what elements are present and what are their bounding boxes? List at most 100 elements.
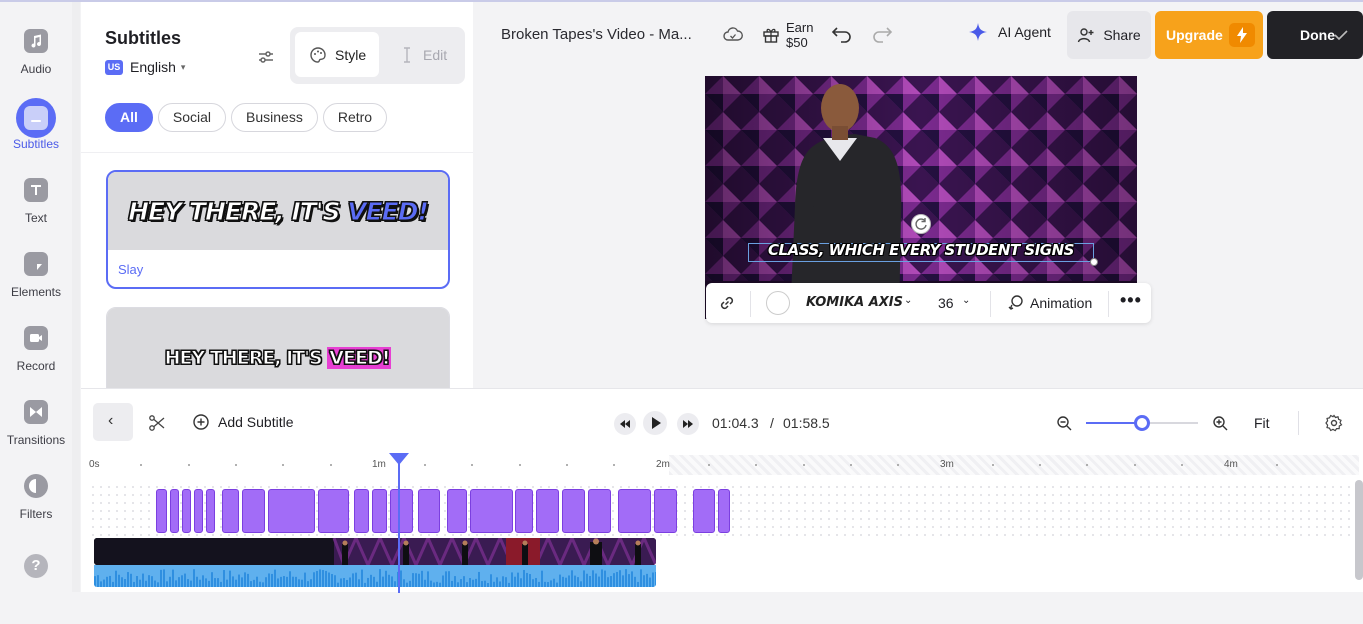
upgrade-button[interactable]: Upgrade [1155, 11, 1263, 59]
earn-reward-button[interactable]: Earn $50 [762, 20, 813, 50]
empty-timeline-region [669, 455, 1359, 475]
subtitle-clip[interactable] [390, 489, 413, 533]
rotate-handle[interactable] [911, 214, 931, 234]
zoom-slider-knob[interactable] [1134, 415, 1150, 431]
fast-forward-button[interactable] [677, 413, 699, 435]
subtitle-clip[interactable] [242, 489, 265, 533]
collapse-timeline-button[interactable]: ‹ [93, 403, 133, 441]
subtitle-clip[interactable] [447, 489, 467, 533]
playhead[interactable] [398, 453, 400, 593]
rail-item-text[interactable]: Text [0, 178, 72, 248]
help-button[interactable]: ? [0, 554, 72, 624]
zoom-in-button[interactable] [1212, 415, 1228, 436]
subtitle-clip[interactable] [156, 489, 167, 533]
resize-handle[interactable] [1090, 258, 1098, 266]
ruler-tick [1133, 464, 1136, 466]
video-track[interactable] [94, 538, 656, 565]
more-options-button[interactable]: ••• [1120, 290, 1142, 311]
add-subtitle-button[interactable]: Add Subtitle [192, 413, 294, 431]
timeline-scrollbar[interactable] [1355, 480, 1363, 580]
chevron-down-icon: ⌄ [962, 295, 971, 306]
style-edit-toggle: Style Edit [290, 27, 465, 84]
divider [1108, 291, 1109, 317]
subtitle-clip[interactable] [515, 489, 533, 533]
done-button[interactable]: Done [1267, 11, 1363, 59]
panel-title: Subtitles [105, 28, 182, 48]
subtitle-clip[interactable] [194, 489, 203, 533]
playhead-handle[interactable] [389, 453, 409, 465]
sparkle-icon [969, 23, 987, 41]
fast-forward-icon [683, 420, 693, 428]
text-color-swatch[interactable] [766, 291, 790, 315]
rail-item-transitions[interactable]: Transitions [0, 400, 72, 470]
gear-icon [1325, 414, 1343, 432]
preset-card-slay[interactable]: HEY THERE, IT'S VEED! Slay [106, 170, 450, 289]
zoom-slider[interactable] [1086, 415, 1198, 431]
zoom-in-icon [1213, 416, 1228, 431]
rewind-button[interactable] [614, 413, 636, 435]
subtitle-track[interactable] [156, 489, 730, 533]
rail-scrollbar[interactable] [72, 2, 80, 592]
preset-preview: HEY THERE, IT'S VEED! [107, 308, 449, 388]
fit-button[interactable]: Fit [1254, 415, 1270, 431]
redo-button[interactable] [871, 24, 895, 49]
subtitle-clip[interactable] [182, 489, 191, 533]
project-title[interactable]: Broken Tapes's Video - Ma... [501, 26, 692, 43]
link-button[interactable] [718, 294, 736, 317]
timeline-ruler[interactable]: 0s 1m 2m 3m 4m [89, 455, 1359, 475]
chip-social[interactable]: Social [157, 103, 227, 132]
subtitle-clip[interactable] [718, 489, 730, 533]
play-icon [652, 417, 661, 429]
sliders-icon [259, 51, 273, 63]
subtitle-clip[interactable] [654, 489, 677, 533]
subtitle-clip[interactable] [206, 489, 215, 533]
preset-card-2[interactable]: HEY THERE, IT'S VEED! [106, 307, 450, 388]
subtitle-clip[interactable] [170, 489, 179, 533]
undo-button[interactable] [829, 24, 853, 49]
chevron-down-icon: ▾ [180, 61, 186, 72]
divider [81, 152, 473, 153]
elements-icon [24, 252, 48, 276]
subtitle-clip[interactable] [318, 489, 349, 533]
rail-item-subtitles[interactable]: Subtitles [0, 98, 72, 174]
audio-track[interactable] [94, 565, 656, 587]
settings-sliders-button[interactable] [255, 46, 277, 68]
timeline-settings-button[interactable] [1325, 414, 1343, 437]
subtitle-clip[interactable] [562, 489, 585, 533]
subtitle-overlay-text[interactable]: CLASS, WHICH EVERY STUDENT SIGNS [748, 241, 1094, 259]
ruler-tick [234, 464, 237, 466]
link-icon [720, 296, 734, 310]
subtitle-clip[interactable] [354, 489, 369, 533]
rail-item-record[interactable]: Record [0, 326, 72, 396]
subtitle-clip[interactable] [418, 489, 440, 533]
rail-item-audio[interactable]: Audio [0, 29, 72, 99]
help-icon: ? [24, 554, 48, 578]
language-selector[interactable]: US English ▾ [105, 58, 185, 76]
font-size-select[interactable]: 36 [938, 295, 954, 311]
subtitle-clip[interactable] [536, 489, 559, 533]
rail-item-elements[interactable]: Elements [0, 252, 72, 322]
chip-retro[interactable]: Retro [322, 103, 388, 132]
share-button[interactable]: Share [1067, 11, 1151, 59]
split-button[interactable] [148, 414, 166, 437]
zoom-out-button[interactable] [1056, 415, 1072, 436]
subtitle-clip[interactable] [588, 489, 611, 533]
chip-business[interactable]: Business [231, 103, 318, 132]
play-button[interactable] [643, 411, 667, 435]
chip-all[interactable]: All [105, 103, 153, 132]
font-family-select[interactable]: KOMIKA AXIS [806, 295, 903, 310]
music-note-icon [24, 29, 48, 53]
tab-style[interactable]: Style [295, 32, 379, 77]
text-cursor-icon [404, 46, 410, 63]
subtitle-clip[interactable] [618, 489, 651, 533]
subtitle-clip[interactable] [268, 489, 315, 533]
rail-item-filters[interactable]: Filters [0, 474, 72, 544]
subtitles-icon [24, 106, 48, 130]
subtitle-clip[interactable] [470, 489, 513, 533]
tab-edit[interactable]: Edit [385, 32, 463, 77]
subtitle-clip[interactable] [693, 489, 715, 533]
subtitle-clip[interactable] [372, 489, 387, 533]
animation-button[interactable]: Animation [1006, 294, 1092, 312]
ai-agent-button[interactable]: AI Agent [968, 22, 1051, 42]
subtitle-clip[interactable] [222, 489, 239, 533]
